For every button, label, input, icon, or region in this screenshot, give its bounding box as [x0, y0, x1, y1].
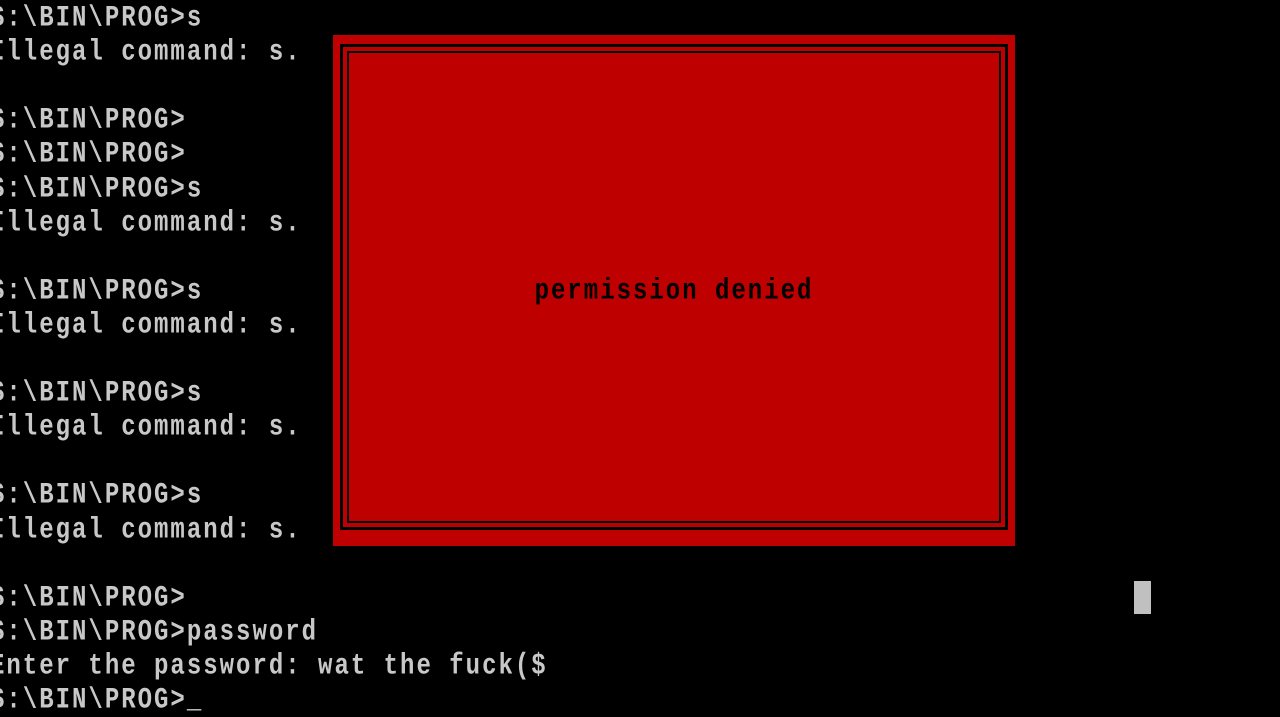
dialog-message: permission denied: [534, 274, 814, 309]
permission-denied-dialog: permission denied: [333, 35, 1015, 546]
terminal-line: Illegal command: s.: [0, 410, 302, 445]
terminal-line: Illegal command: s.: [0, 206, 302, 240]
command-prompt-input[interactable]: S:\BIN\PROG>_: [0, 680, 203, 717]
terminal-line: Illegal command: s.: [0, 35, 302, 70]
terminal-line: Illegal command: s.: [0, 513, 302, 547]
block-cursor: [1134, 581, 1151, 614]
dos-terminal-screen[interactable]: S:\BIN\PROG>s Illegal command: s. S:\BIN…: [0, 0, 1280, 717]
terminal-line: Illegal command: s.: [0, 308, 302, 343]
